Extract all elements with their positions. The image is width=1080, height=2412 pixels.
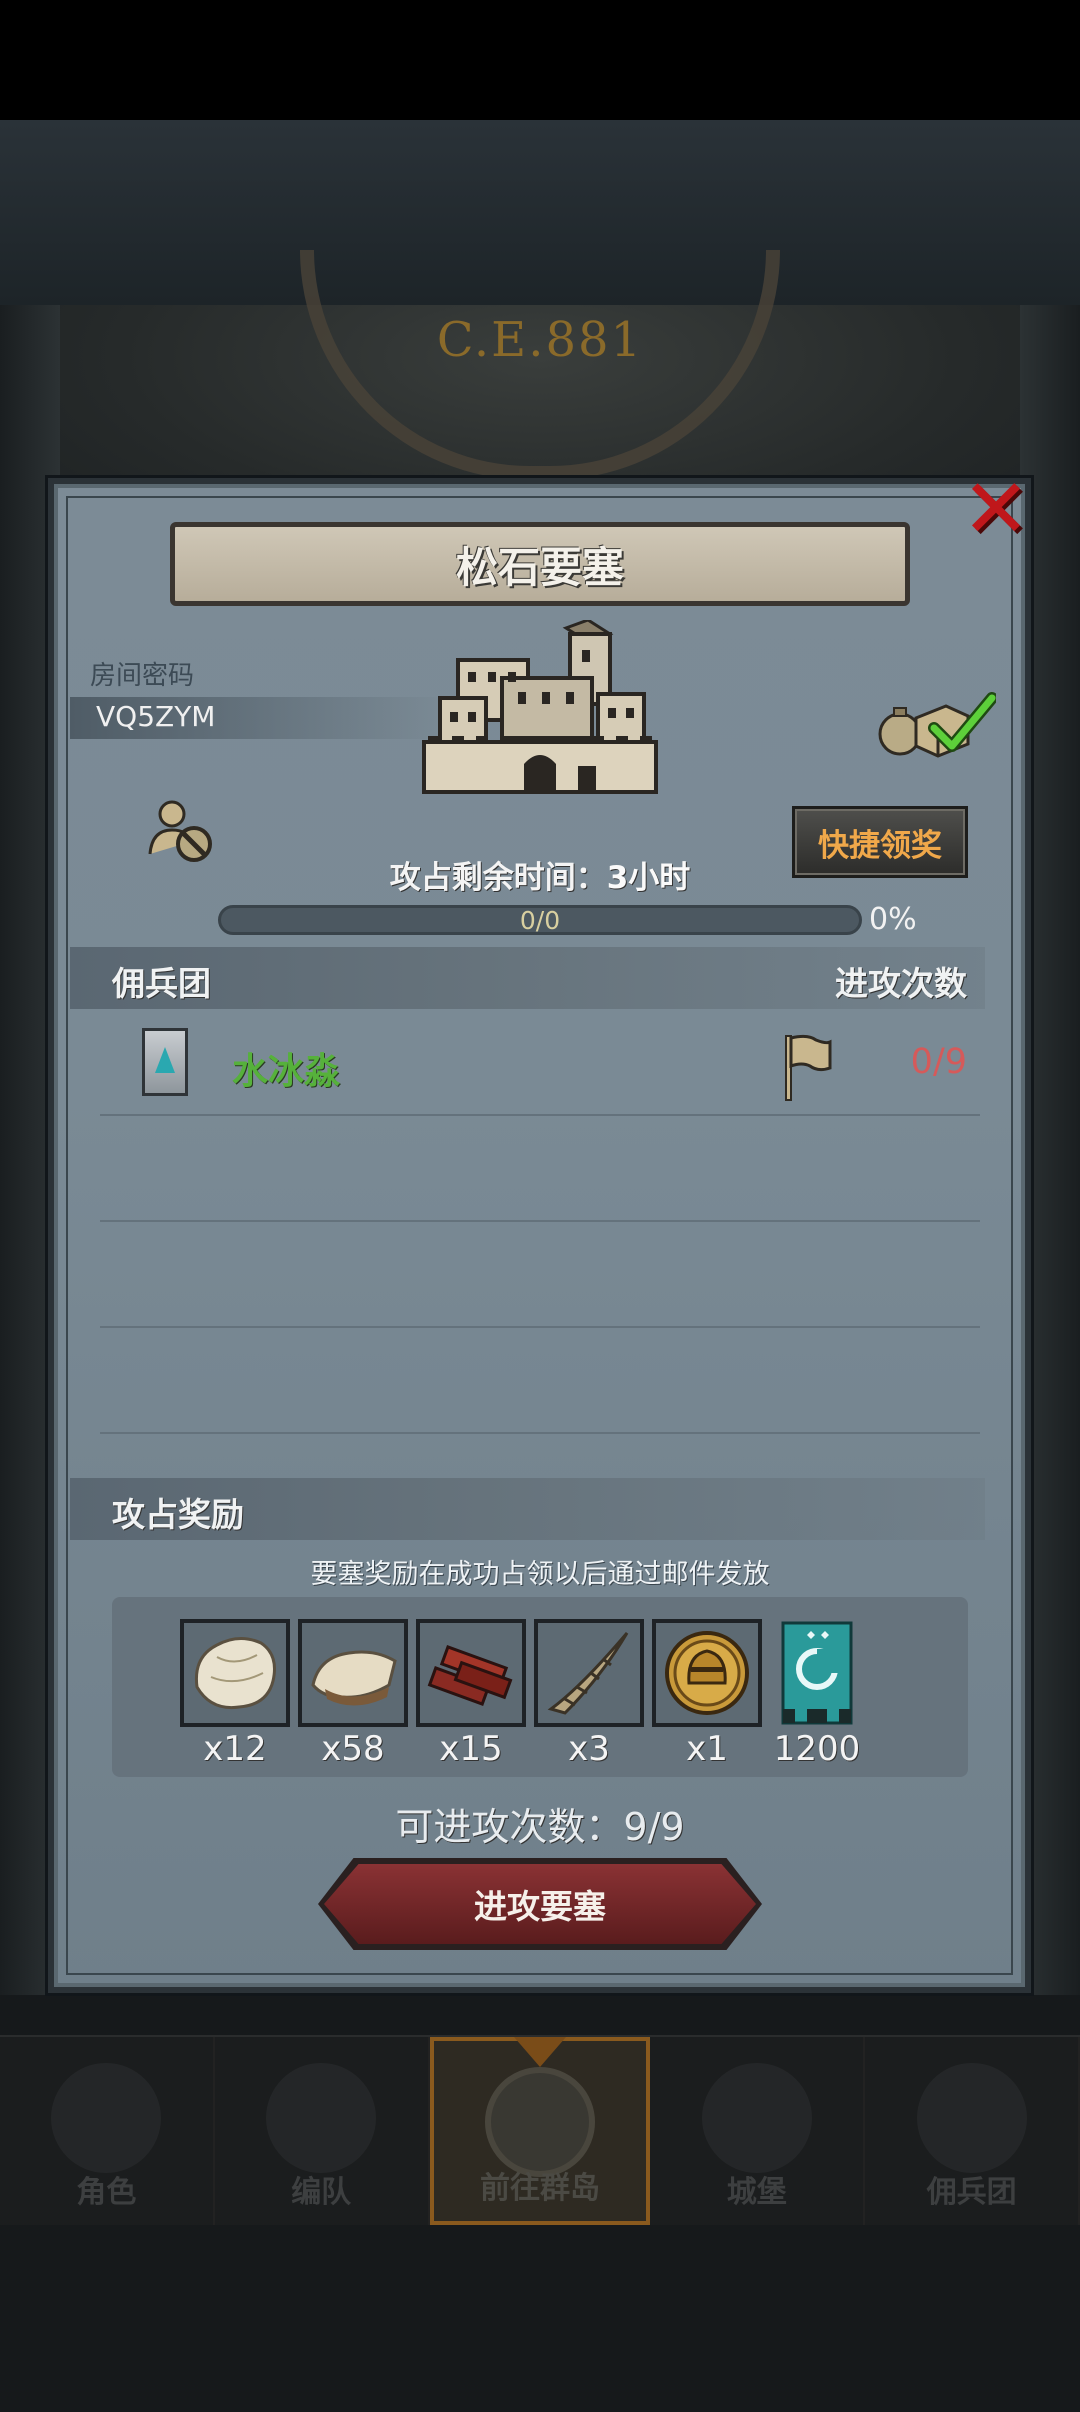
knight-helmet-coin-icon xyxy=(652,1619,762,1727)
list-item[interactable]: 水冰淼 0/9 xyxy=(70,1022,985,1112)
divider xyxy=(100,1432,980,1434)
fortress-castle-icon xyxy=(422,620,658,794)
status-bar-area xyxy=(0,0,1080,120)
nav-label: 前往群岛 xyxy=(479,2171,600,2206)
reward-qty: x12 xyxy=(203,1729,267,1769)
bottom-nav: 角色 编队 前往群岛 城堡 佣兵团 xyxy=(0,2035,1080,2225)
attack-count-column-label: 进攻次数 xyxy=(835,964,967,1003)
room-password-label: 房间密码 xyxy=(90,661,195,691)
castle-icon xyxy=(701,2063,812,2173)
progress-percent: 0% xyxy=(869,902,917,937)
reward-qty: 1200 xyxy=(773,1729,861,1769)
islands-globe-icon xyxy=(484,2067,595,2177)
reward-check-icon[interactable] xyxy=(876,688,996,758)
reward-section-header: 攻占奖励 xyxy=(70,1478,985,1540)
dialog-title: 松石要塞 xyxy=(455,542,624,592)
nav-item-mercenary[interactable]: 佣兵团 xyxy=(865,2037,1080,2225)
hide-icon xyxy=(180,1619,290,1727)
nav-label: 城堡 xyxy=(726,2175,787,2210)
reward-item[interactable]: x1 xyxy=(652,1619,762,1769)
horn-icon xyxy=(534,1619,644,1727)
mercenary-name: 水冰淼 xyxy=(232,1051,341,1092)
divider xyxy=(100,1220,980,1222)
fur-icon xyxy=(298,1619,408,1727)
nav-label: 编队 xyxy=(291,2175,352,2210)
reward-qty: x15 xyxy=(439,1729,503,1769)
occupy-time-value: 3小时 xyxy=(606,860,691,896)
formation-icon xyxy=(266,2063,377,2173)
mercenary-section-header: 佣兵团 进攻次数 xyxy=(70,947,985,1009)
close-icon: ✕ xyxy=(961,462,1031,557)
reward-item[interactable]: x3 xyxy=(534,1619,644,1769)
reward-panel: x12 x58 x15 x3 x1 1200 xyxy=(112,1597,968,1777)
chevron-down-icon xyxy=(513,2037,566,2067)
attack-fortress-button[interactable]: 进攻要塞 xyxy=(324,1864,756,1944)
attack-fortress-label: 进攻要塞 xyxy=(474,1887,606,1926)
mercenary-column-label: 佣兵团 xyxy=(112,964,211,1003)
divider xyxy=(100,1114,980,1116)
reward-item[interactable]: x12 xyxy=(180,1619,290,1769)
reward-section-title: 攻占奖励 xyxy=(112,1495,244,1534)
occupy-time-label: 攻占剩余时间： xyxy=(389,860,607,896)
nav-label: 角色 xyxy=(76,2175,137,2210)
nav-item-formation[interactable]: 编队 xyxy=(215,2037,430,2225)
reward-item[interactable]: 1200 xyxy=(762,1619,872,1769)
mercenary-icon xyxy=(916,2063,1027,2173)
close-button[interactable]: ✕ xyxy=(958,462,1034,557)
room-password-value[interactable]: VQ5ZYM xyxy=(96,700,215,733)
occupy-remaining-time: 攻占剩余时间：3小时 xyxy=(0,852,1080,897)
reward-item[interactable]: x15 xyxy=(416,1619,526,1769)
progress-text: 0/0 xyxy=(519,906,561,935)
nav-item-character[interactable]: 角色 xyxy=(0,2037,215,2225)
flag-icon xyxy=(785,1034,832,1101)
occupy-progress-bar: 0/0 xyxy=(218,905,862,935)
guild-emblem-icon xyxy=(142,1028,188,1096)
remaining-attempts: 可进攻次数：9/9 xyxy=(395,1805,685,1849)
reward-qty: x1 xyxy=(686,1729,728,1769)
nav-item-islands[interactable]: 前往群岛 xyxy=(429,2037,651,2225)
title-banner: 松石要塞 xyxy=(170,522,910,606)
character-icon xyxy=(51,2063,162,2173)
reward-item[interactable]: x58 xyxy=(298,1619,408,1769)
reward-qty: x3 xyxy=(568,1729,610,1769)
era-label: C.E.881 xyxy=(436,312,644,368)
reward-qty: x58 xyxy=(321,1729,385,1769)
guild-banner-icon xyxy=(762,1619,872,1727)
nav-label: 佣兵团 xyxy=(926,2175,1017,2210)
divider xyxy=(100,1326,980,1328)
reward-note: 要塞奖励在成功占领以后通过邮件发放 xyxy=(310,1559,770,1590)
attack-count: 0/9 xyxy=(910,1042,967,1082)
wood-planks-icon xyxy=(416,1619,526,1727)
nav-item-castle[interactable]: 城堡 xyxy=(650,2037,866,2225)
